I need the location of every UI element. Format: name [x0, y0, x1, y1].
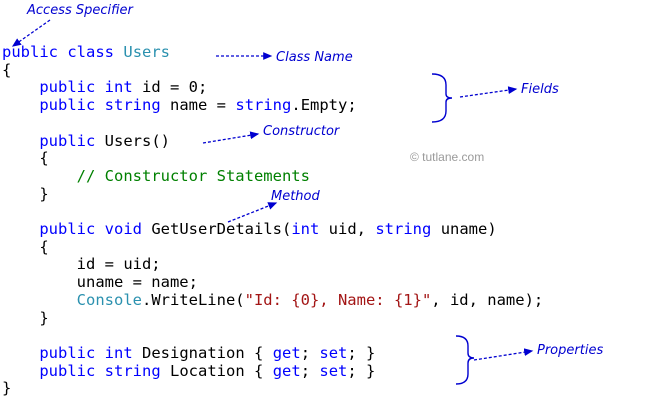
properties-bracket — [455, 335, 475, 385]
annotation-arrows — [11, 19, 534, 385]
fields-arrow — [459, 86, 518, 98]
properties-arrow — [473, 348, 534, 361]
constructor-arrow — [202, 131, 260, 144]
method-arrow — [227, 202, 278, 223]
code-diagram: public class Users { public int id = 0; … — [0, 0, 660, 400]
access-specifier-arrow — [11, 19, 51, 47]
fields-bracket — [431, 73, 453, 123]
